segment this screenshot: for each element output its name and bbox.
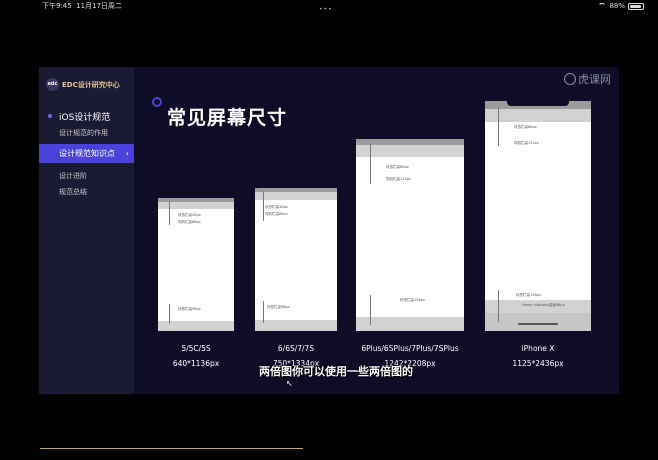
status-date: 11月17日周二 — [76, 2, 123, 10]
annotation-status: 状态栏高40px — [178, 213, 201, 217]
nav-bar-area — [255, 192, 337, 200]
brand-name: EDC设计研究中心 — [62, 80, 120, 89]
video-player[interactable]: edc EDC设计研究中心 iOS设计规范 设计规范的作用 设计规范知识点 › … — [39, 67, 619, 394]
tab-bar-area — [356, 317, 464, 331]
annotation-home: Home Indicator高度68px — [522, 303, 565, 307]
annotation-tab: 标签栏高98px — [267, 305, 290, 309]
home-indicator-bar — [518, 323, 558, 325]
phone-name: iPhone X — [521, 344, 555, 353]
sidebar-section-label: iOS设计规范 — [59, 113, 111, 123]
annotation-nav: 导航栏高132px — [514, 141, 539, 145]
ipad-status-bar: 下午9:45 11月17日周二 ••• 88% — [0, 0, 658, 13]
annotation-line — [263, 191, 264, 221]
annotation-tab: 标签栏高146px — [400, 298, 425, 302]
battery-icon — [628, 2, 644, 10]
course-sidebar: edc EDC设计研究中心 iOS设计规范 设计规范的作用 设计规范知识点 › … — [39, 67, 134, 394]
sidebar-item-summary: 规范总结 — [39, 187, 134, 197]
phone-mockup-5s: 状态栏高40px 导航栏高88px 标签栏高98px — [158, 198, 234, 331]
bullet-icon — [48, 114, 52, 118]
huke-logo-icon — [564, 73, 576, 85]
annotation-nav: 导航栏高132px — [386, 177, 411, 181]
annotation-line — [498, 108, 499, 146]
brand-logo: edc EDC设计研究中心 — [46, 78, 120, 91]
tab-bar-area — [255, 320, 337, 331]
watermark-text: 虎课网 — [578, 73, 611, 86]
annotation-status: 状态栏高60px — [386, 165, 409, 169]
status-time: 下午9:45 — [42, 2, 72, 10]
annotation-line — [498, 290, 499, 322]
phone-mockup-6s: 状态栏高40px 导航栏高88px 标签栏高98px — [255, 188, 337, 331]
phone-size: 640*1136px — [172, 359, 220, 368]
status-time-date: 下午9:45 11月17日周二 — [42, 0, 122, 12]
annotation-line — [169, 304, 170, 324]
phone-mockup-iphone-x: 状态栏高88px 导航栏高132px 标签栏高146px Home Indica… — [485, 101, 591, 331]
sidebar-item-advanced: 设计进阶 — [39, 171, 134, 181]
mouse-cursor-icon: ↖ — [286, 379, 293, 388]
chevron-right-icon: › — [125, 149, 129, 158]
phone-name: 6/6S/7/7S — [277, 344, 315, 353]
watermark: 虎课网 — [564, 71, 611, 87]
multitask-dots-icon[interactable]: ••• — [319, 4, 333, 16]
sidebar-item-knowledge: 设计规范知识点 › — [39, 144, 134, 163]
sidebar-section-ios: iOS设计规范 — [39, 110, 134, 123]
annotation-nav: 导航栏高88px — [265, 212, 288, 216]
status-right: 88% — [598, 0, 644, 12]
battery-percentage: 88% — [609, 2, 625, 10]
notch — [507, 101, 569, 106]
sidebar-item-label: 设计规范知识点 — [59, 149, 115, 158]
phone-mockup-plus: 状态栏高60px 导航栏高132px 标签栏高146px — [356, 139, 464, 331]
sidebar-item-label: 设计进阶 — [59, 172, 87, 180]
wifi-icon — [598, 3, 607, 9]
nav-bar-area — [356, 145, 464, 157]
home-indicator-area — [485, 313, 591, 331]
sidebar-item-role: 设计规范的作用 — [39, 128, 134, 138]
video-subtitle: 两倍图你可以使用一些两倍图的 — [259, 365, 413, 378]
sidebar-item-label: 规范总结 — [59, 188, 87, 196]
annotation-tab: 标签栏高146px — [516, 293, 541, 297]
annotation-tab: 标签栏高98px — [178, 307, 201, 311]
annotation-line — [370, 295, 371, 325]
phone-name: 6Plus/6SPlus/7Plus/7SPlus — [361, 344, 459, 353]
phone-size: 1125*2436px — [512, 359, 564, 368]
video-progress-bar[interactable] — [40, 448, 303, 449]
title-ring-icon — [152, 97, 162, 107]
battery-fill — [630, 4, 641, 8]
slide-title: 常见屏幕尺寸 — [167, 107, 288, 129]
annotation-line — [169, 201, 170, 225]
sidebar-item-label: 设计规范的作用 — [59, 129, 108, 137]
annotation-line — [370, 144, 371, 184]
annotation-status: 状态栏高88px — [514, 125, 537, 129]
annotation-status: 状态栏高40px — [265, 205, 288, 209]
nav-bar-area — [485, 109, 591, 122]
phone-name: 5/5C/5S — [181, 344, 211, 353]
edc-logo-icon: edc — [46, 78, 59, 91]
annotation-line — [263, 301, 264, 323]
annotation-nav: 导航栏高88px — [178, 220, 201, 224]
